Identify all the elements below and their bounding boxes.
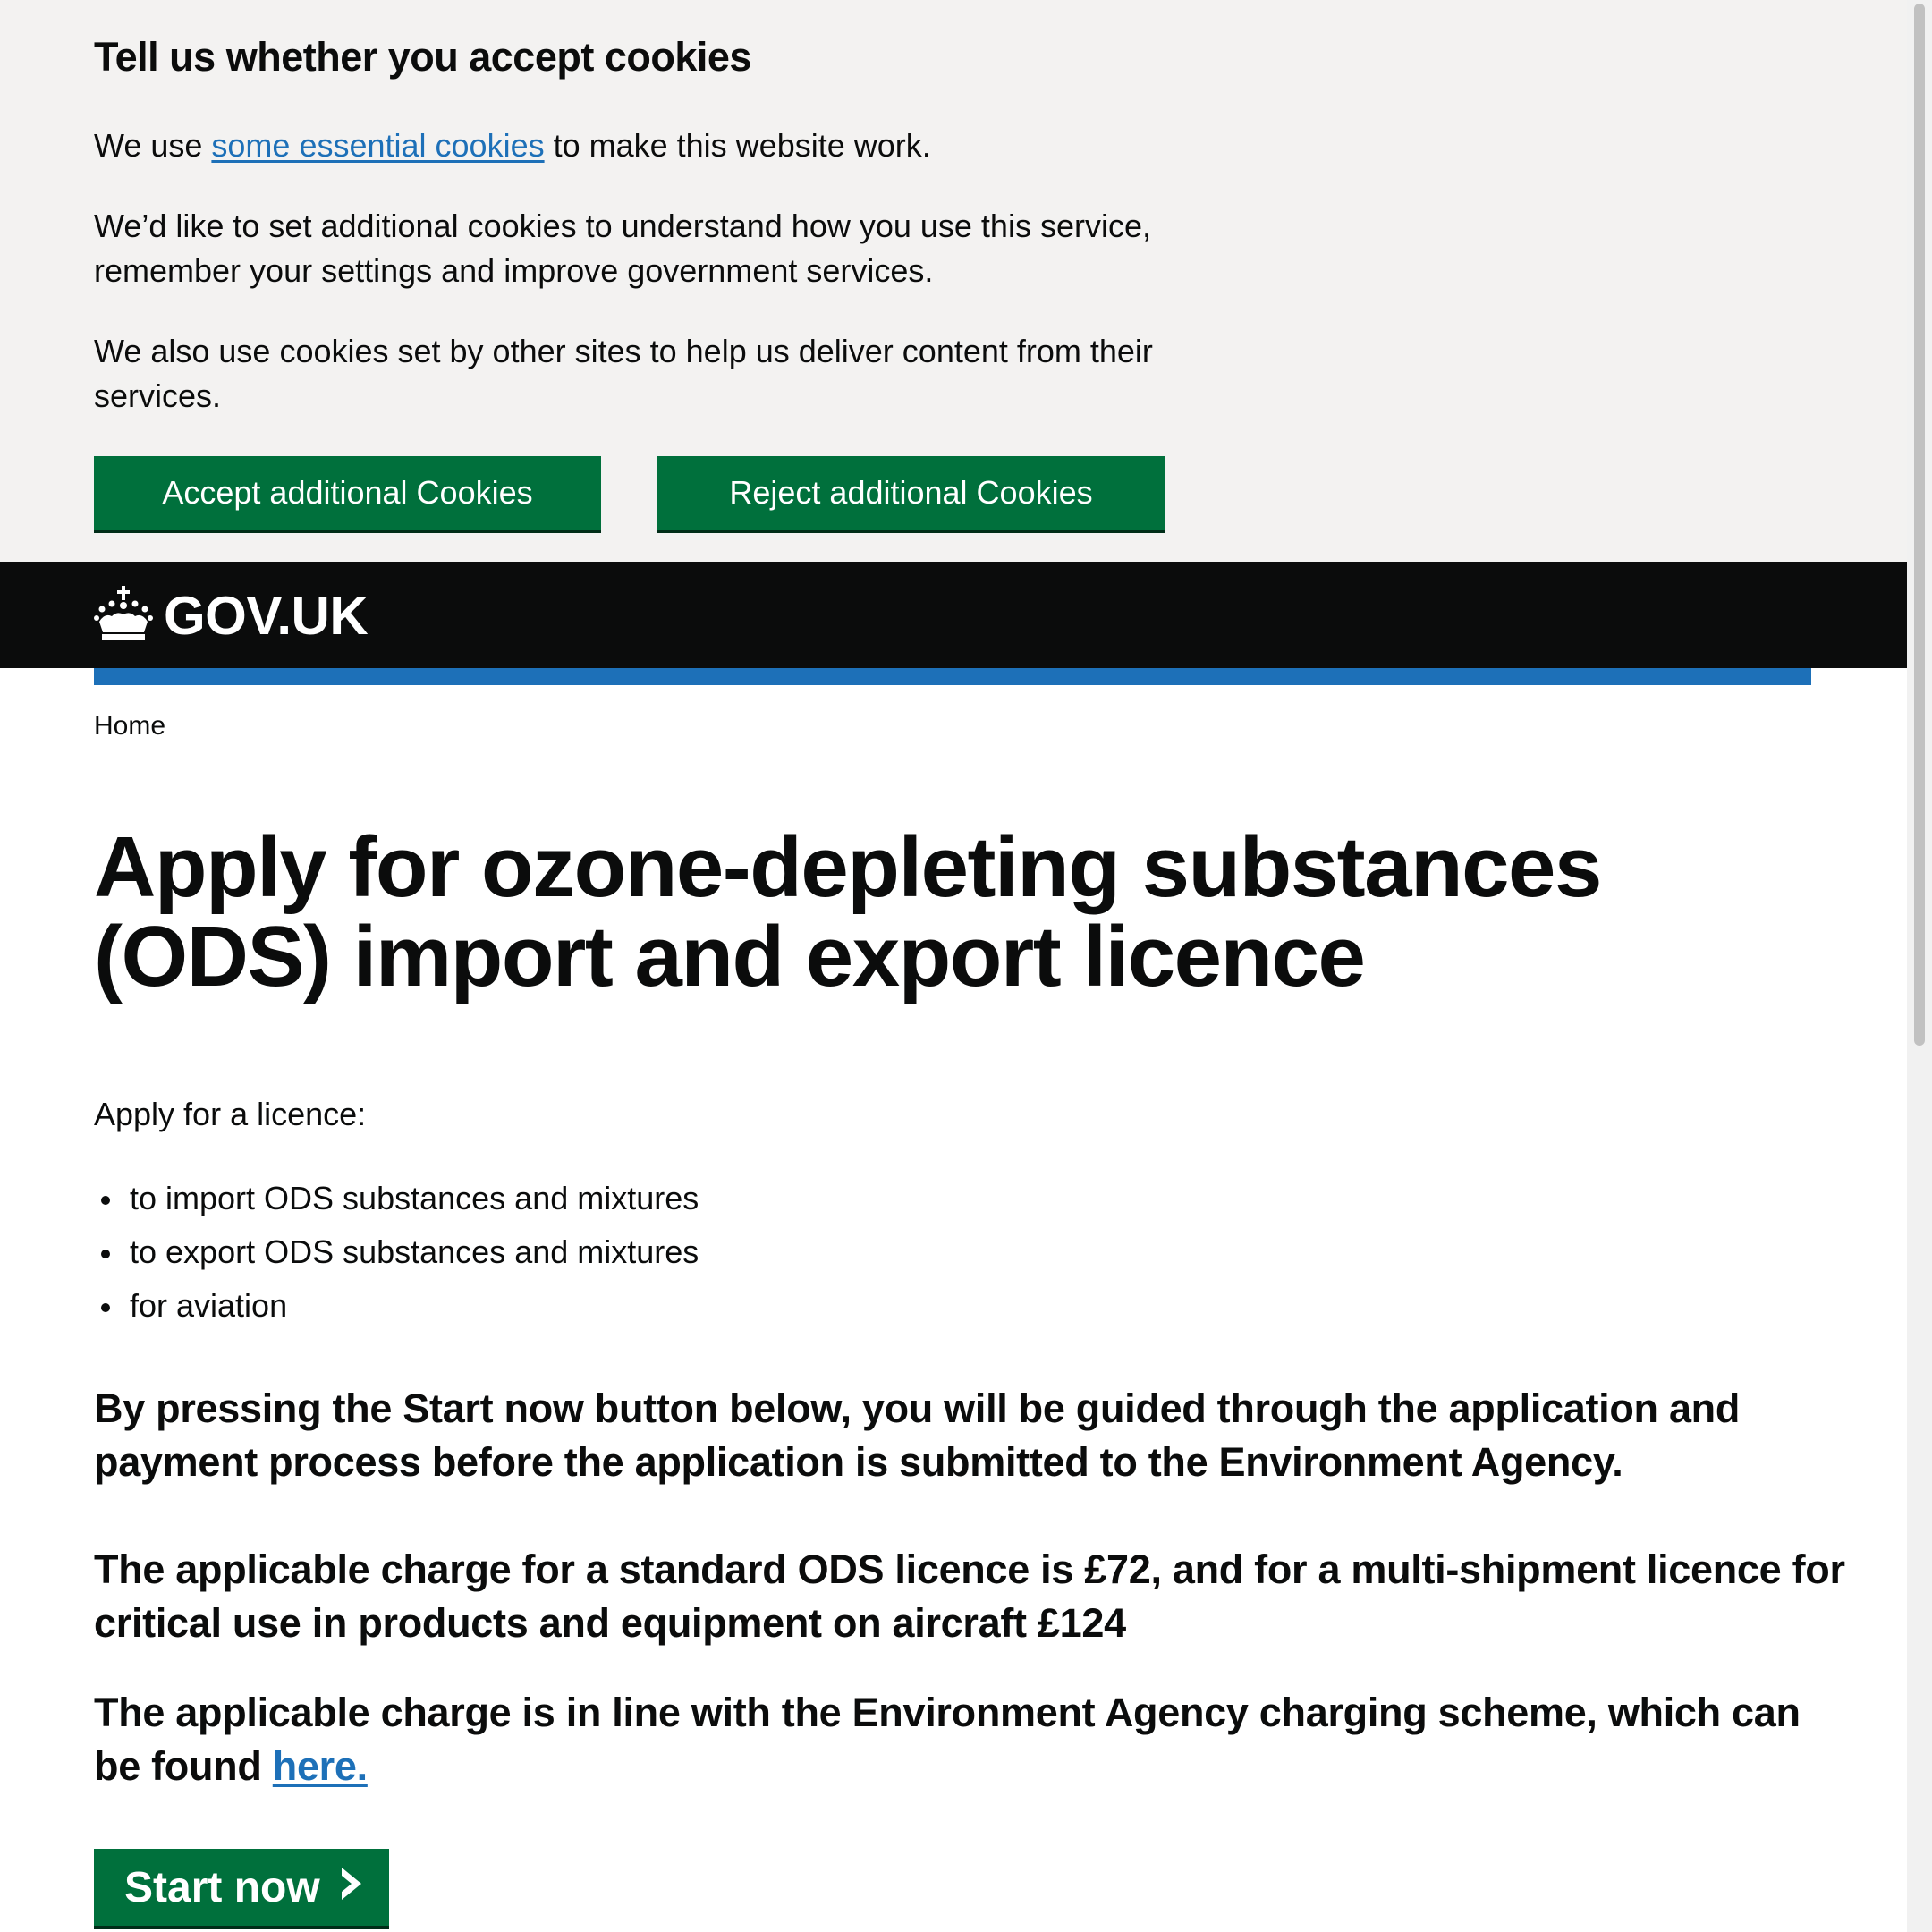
list-item: to import ODS substances and mixtures — [94, 1176, 699, 1230]
cookie-text-before: We use — [94, 127, 212, 164]
crown-icon — [94, 586, 153, 646]
cookie-third-party-text: We also use cookies set by other sites t… — [94, 333, 1153, 414]
reject-cookies-button[interactable]: Reject additional Cookies — [657, 456, 1165, 530]
govuk-logo-link[interactable]: GOV.UK — [94, 585, 369, 647]
header-accent-bar — [94, 668, 1811, 685]
charging-scheme-link[interactable]: here. — [273, 1743, 368, 1789]
page-viewport: Tell us whether you accept cookies We us… — [0, 0, 1907, 1932]
vertical-scrollbar[interactable] — [1907, 0, 1932, 1932]
cookie-essential-text: We use some essential cookies to make th… — [94, 123, 1221, 168]
breadcrumb-home-link[interactable]: Home — [94, 711, 165, 741]
accept-cookies-button[interactable]: Accept additional Cookies — [94, 456, 601, 530]
govuk-logo-text: GOV.UK — [164, 586, 369, 646]
intro-text: Apply for a licence: — [94, 1096, 367, 1132]
cookie-text-after: to make this website work. — [544, 127, 931, 164]
essential-cookies-link[interactable]: some essential cookies — [211, 127, 544, 164]
licence-type-list: to import ODS substances and mixtures to… — [94, 1176, 699, 1337]
start-now-label: Start now — [124, 1863, 320, 1911]
breadcrumb: Home — [94, 711, 165, 741]
cookie-banner-title: Tell us whether you accept cookies — [94, 34, 751, 80]
cookie-banner: Tell us whether you accept cookies We us… — [0, 0, 1907, 562]
guidance-text: By pressing the Start now button below, … — [94, 1385, 1741, 1485]
charge-text: The applicable charge for a standard ODS… — [94, 1546, 1845, 1646]
start-now-button[interactable]: Start now — [94, 1849, 389, 1926]
page-title: Apply for ozone-depleting substances (OD… — [94, 819, 1602, 1004]
govuk-header: GOV.UK — [0, 562, 1907, 668]
list-item: to export ODS substances and mixtures — [94, 1230, 699, 1284]
charging-scheme-text: The applicable charge is in line with th… — [94, 1686, 1847, 1793]
cookie-additional-text: We’d like to set additional cookies to u… — [94, 208, 1151, 289]
list-item: for aviation — [94, 1284, 699, 1337]
chevron-right-icon — [338, 1863, 365, 1912]
scrollbar-thumb[interactable] — [1914, 4, 1925, 1046]
